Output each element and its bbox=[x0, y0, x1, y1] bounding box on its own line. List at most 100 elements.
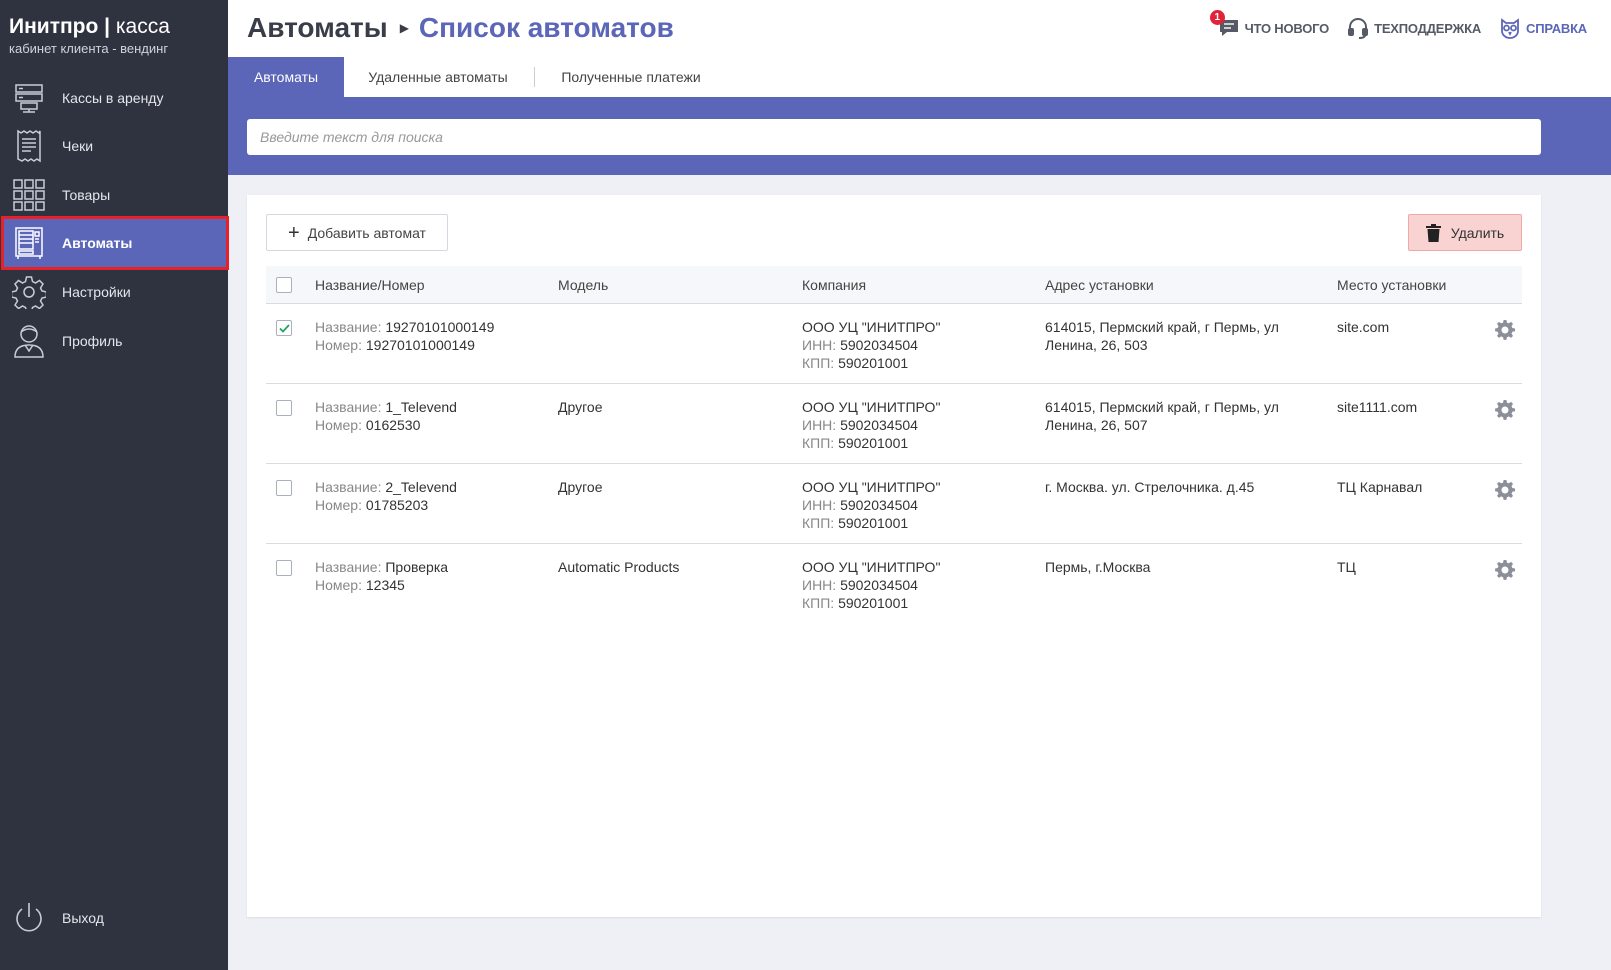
page-title: Список автоматов bbox=[418, 12, 674, 43]
sidebar-item-label: Товары bbox=[62, 187, 111, 203]
whats-new-link[interactable]: 1 ЧТО НОВОГО bbox=[1209, 10, 1329, 39]
number-label: Номер: bbox=[315, 417, 362, 433]
machine-number: 0162530 bbox=[365, 417, 421, 433]
support-link[interactable]: ТЕХПОДДЕРЖКА bbox=[1347, 17, 1481, 39]
table-row[interactable]: Название: 1_Televend Номер: 0162530 Друг… bbox=[266, 384, 1522, 464]
name-cell: Название: Проверка Номер: 12345 bbox=[315, 558, 448, 594]
row-settings-gear-icon[interactable] bbox=[1494, 399, 1516, 421]
name-cell: Название: 19270101000149 Номер: 19270101… bbox=[315, 318, 494, 354]
help-label: СПРАВКА bbox=[1526, 20, 1587, 36]
sidebar-item-receipts[interactable]: Чеки bbox=[3, 121, 227, 171]
address-line-1: 614015, Пермский край, г Пермь, ул bbox=[1045, 319, 1279, 335]
row-settings-gear-icon[interactable] bbox=[1494, 319, 1516, 341]
inn-value: 5902034504 bbox=[840, 577, 918, 593]
machine-name: 2_Televend bbox=[385, 479, 457, 495]
logout-label: Выход bbox=[62, 910, 104, 926]
trash-icon bbox=[1425, 223, 1441, 242]
row-checkbox[interactable] bbox=[276, 320, 292, 336]
chat-icon: 1 bbox=[1209, 10, 1240, 39]
logout-button[interactable]: Выход bbox=[3, 893, 227, 943]
sidebar-item-cash-rental[interactable]: Кассы в аренду bbox=[3, 73, 227, 123]
headset-icon bbox=[1347, 17, 1369, 39]
add-machine-label: Добавить автомат bbox=[307, 224, 426, 241]
inn-value: 5902034504 bbox=[840, 497, 918, 513]
brand-title: Инитпро | касса bbox=[9, 14, 170, 40]
company-cell: ООО УЦ "ИНИТПРО" ИНН: 5902034504 КПП: 59… bbox=[802, 398, 940, 452]
row-checkbox[interactable] bbox=[276, 560, 292, 576]
brand-title-bold: Инитпро bbox=[9, 15, 99, 38]
grid-icon bbox=[11, 177, 47, 213]
column-header-company[interactable]: Компания bbox=[802, 277, 866, 293]
checkmark-icon bbox=[278, 323, 290, 333]
tab-deleted-machines[interactable]: Удаленные автоматы bbox=[354, 57, 522, 97]
row-checkbox[interactable] bbox=[276, 400, 292, 416]
number-label: Номер: bbox=[315, 337, 362, 353]
address-cell: 614015, Пермский край, г Пермь, ул Ленин… bbox=[1045, 318, 1279, 354]
tab-received-payments[interactable]: Полученные платежи bbox=[546, 57, 716, 97]
kpp-label: КПП: bbox=[802, 515, 835, 531]
sidebar-item-products[interactable]: Товары bbox=[3, 170, 227, 220]
machines-card: + Добавить автомат Удалить Название/Номе… bbox=[247, 195, 1541, 917]
brand-title-light: касса bbox=[115, 15, 170, 38]
row-checkbox[interactable] bbox=[276, 480, 292, 496]
power-icon bbox=[11, 900, 47, 936]
row-settings-gear-icon[interactable] bbox=[1494, 559, 1516, 581]
sidebar-item-settings[interactable]: Настройки bbox=[3, 267, 227, 317]
sidebar-item-profile[interactable]: Профиль bbox=[3, 316, 227, 366]
inn-label: ИНН: bbox=[802, 577, 837, 593]
help-link[interactable]: СПРАВКА bbox=[1499, 17, 1587, 39]
kpp-value: 590201001 bbox=[838, 595, 909, 611]
company-cell: ООО УЦ "ИНИТПРО" ИНН: 5902034504 КПП: 59… bbox=[802, 558, 940, 612]
machines-table: Название/Номер Модель Компания Адрес уст… bbox=[266, 266, 1522, 624]
name-label: Название: bbox=[315, 399, 382, 415]
notification-badge: 1 bbox=[1209, 10, 1225, 25]
brand: Инитпро | касса кабинет клиента - вендин… bbox=[9, 14, 170, 56]
model-cell: Другое bbox=[558, 479, 603, 495]
breadcrumb: Автоматы ▶ Список автоматов bbox=[247, 12, 674, 44]
address-line-2: Ленина, 26, 507 bbox=[1045, 417, 1148, 433]
column-header-name[interactable]: Название/Номер bbox=[315, 277, 425, 293]
plus-icon: + bbox=[288, 221, 300, 244]
search-band bbox=[228, 97, 1611, 175]
search-input[interactable] bbox=[247, 119, 1541, 155]
model-cell: Automatic Products bbox=[558, 559, 680, 575]
machine-number: 19270101000149 bbox=[365, 337, 475, 353]
inn-label: ИНН: bbox=[802, 497, 837, 513]
column-header-place[interactable]: Место установки bbox=[1337, 277, 1446, 293]
machine-name: 19270101000149 bbox=[385, 319, 495, 335]
brand-separator: | bbox=[104, 15, 111, 38]
tab-vending-machines[interactable]: Автоматы bbox=[228, 57, 344, 97]
company-name: ООО УЦ "ИНИТПРО" bbox=[802, 319, 941, 335]
sidebar-item-label: Чеки bbox=[62, 138, 94, 154]
number-label: Номер: bbox=[315, 577, 362, 593]
number-label: Номер: bbox=[315, 497, 362, 513]
machine-name: Проверка bbox=[385, 559, 449, 575]
place-cell: ТЦ Карнавал bbox=[1337, 479, 1423, 495]
inn-value: 5902034504 bbox=[840, 337, 918, 353]
kpp-label: КПП: bbox=[802, 435, 835, 451]
machine-number: 01785203 bbox=[365, 497, 429, 513]
address-line-2: Ленина, 26, 503 bbox=[1045, 337, 1148, 353]
table-row[interactable]: Название: 19270101000149 Номер: 19270101… bbox=[266, 304, 1522, 384]
user-icon bbox=[11, 323, 47, 359]
sidebar-item-label: Кассы в аренду bbox=[62, 90, 164, 106]
address-cell: г. Москва. ул. Стрелочника. д.45 bbox=[1045, 478, 1254, 496]
breadcrumb-root[interactable]: Автоматы bbox=[247, 12, 388, 44]
table-row[interactable]: Название: 2_Televend Номер: 01785203 Дру… bbox=[266, 464, 1522, 544]
name-cell: Название: 2_Televend Номер: 01785203 bbox=[315, 478, 457, 514]
delete-button[interactable]: Удалить bbox=[1408, 214, 1522, 251]
sidebar-item-label: Профиль bbox=[62, 333, 123, 349]
add-machine-button[interactable]: + Добавить автомат bbox=[266, 214, 448, 251]
brand-subtitle: кабинет клиента - вендинг bbox=[9, 41, 169, 56]
tab-divider bbox=[534, 67, 535, 87]
sidebar-item-vending-machines[interactable]: Автоматы bbox=[1, 216, 229, 270]
delete-label: Удалить bbox=[1450, 224, 1505, 241]
table-row[interactable]: Название: Проверка Номер: 12345 Automati… bbox=[266, 544, 1522, 624]
column-header-model[interactable]: Модель bbox=[558, 277, 608, 293]
kpp-label: КПП: bbox=[802, 595, 835, 611]
row-settings-gear-icon[interactable] bbox=[1494, 479, 1516, 501]
column-header-address[interactable]: Адрес установки bbox=[1045, 277, 1154, 293]
select-all-checkbox[interactable] bbox=[276, 277, 292, 293]
address-line-1: Пермь, г.Москва bbox=[1045, 559, 1151, 575]
place-cell: ТЦ bbox=[1337, 559, 1356, 575]
